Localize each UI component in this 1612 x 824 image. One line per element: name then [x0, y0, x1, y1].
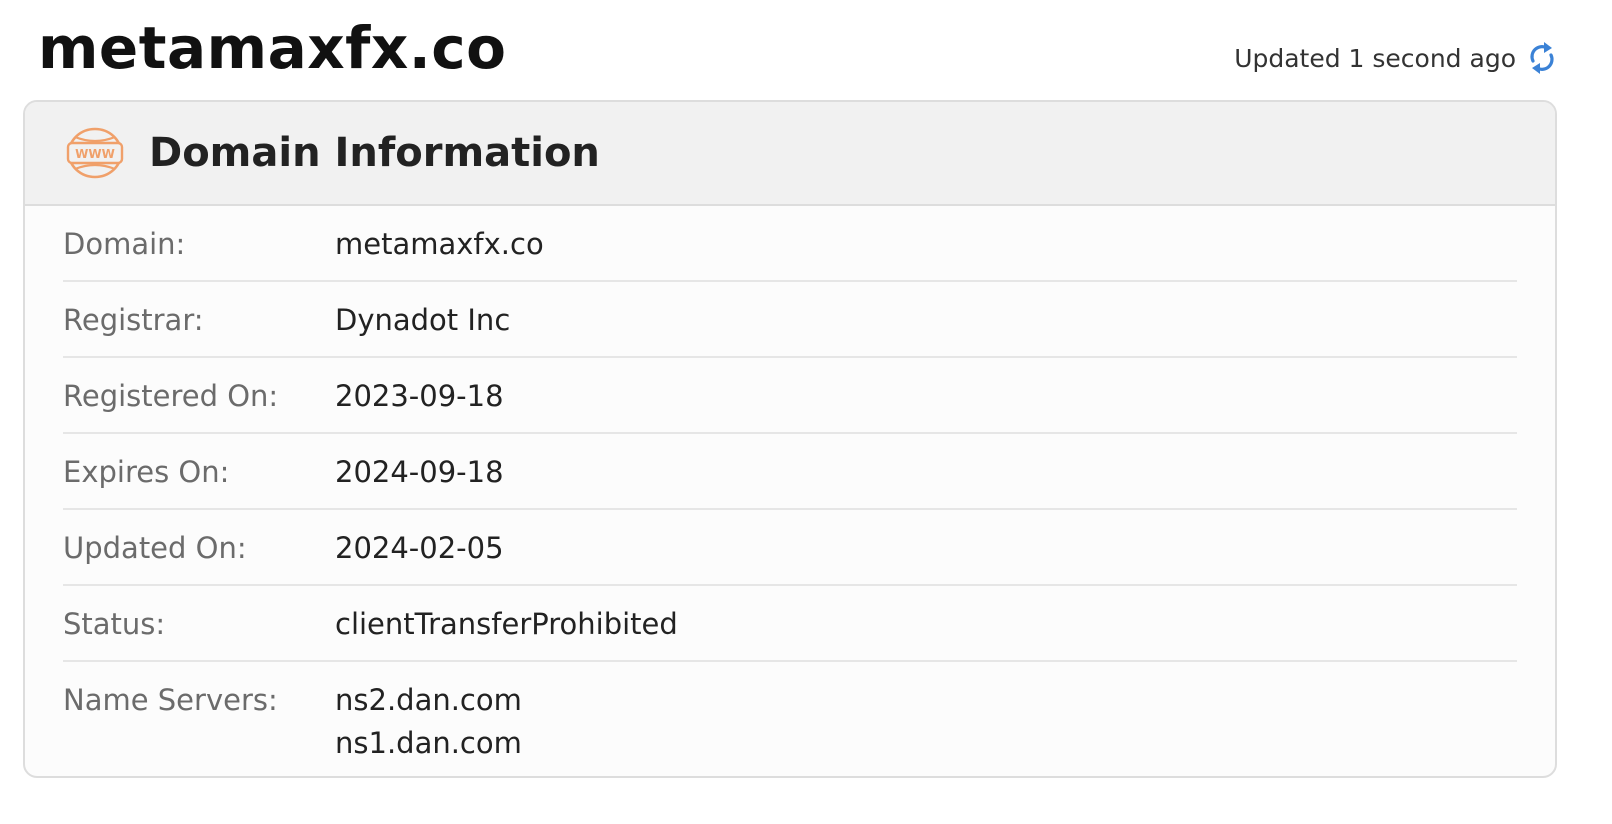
www-globe-icon: WWW — [65, 125, 125, 181]
updated-on-value: 2024-02-05 — [335, 531, 504, 565]
domain-info-card: WWW Domain Information Domain: metamaxfx… — [23, 100, 1557, 778]
info-row-status: Status: clientTransferProhibited — [63, 586, 1517, 662]
updated-text: Updated 1 second ago — [1234, 43, 1516, 73]
row-value: 2024-09-18 — [335, 454, 504, 490]
row-value: 2023-09-18 — [335, 378, 504, 414]
row-value: metamaxfx.co — [335, 226, 544, 262]
row-value: 2024-02-05 — [335, 530, 504, 566]
row-label: Domain: — [63, 227, 186, 261]
row-label: Expires On: — [63, 455, 230, 489]
row-label: Registered On: — [63, 379, 279, 413]
info-row-registrar: Registrar: Dynadot Inc — [63, 282, 1517, 358]
update-status: Updated 1 second ago — [1234, 38, 1558, 78]
row-label: Name Servers: — [63, 683, 278, 717]
info-row-updated-on: Updated On: 2024-02-05 — [63, 510, 1517, 586]
row-label: Updated On: — [63, 531, 247, 565]
page: metamaxfx.co Updated 1 second ago WWW Do… — [0, 0, 1612, 824]
row-value: Dynadot Inc — [335, 302, 510, 338]
row-value: clientTransferProhibited — [335, 606, 678, 642]
info-row-expires-on: Expires On: 2024-09-18 — [63, 434, 1517, 510]
registrar-value: Dynadot Inc — [335, 303, 511, 337]
page-title: metamaxfx.co — [38, 14, 507, 82]
row-value: ns2.dan.com ns1.dan.com — [335, 682, 522, 761]
info-row-registered-on: Registered On: 2023-09-18 — [63, 358, 1517, 434]
refresh-icon[interactable] — [1526, 38, 1558, 78]
status-value: clientTransferProhibited — [335, 607, 678, 641]
expires-on-value: 2024-09-18 — [335, 455, 504, 489]
registered-on-value: 2023-09-18 — [335, 379, 504, 413]
info-rows: Domain: metamaxfx.co Registrar: Dynadot … — [25, 206, 1555, 776]
info-row-domain: Domain: metamaxfx.co — [63, 206, 1517, 282]
domain-value: metamaxfx.co — [335, 227, 544, 261]
card-title: Domain Information — [149, 130, 600, 176]
www-icon-text: WWW — [75, 147, 115, 161]
name-server-value: ns1.dan.com — [335, 726, 522, 760]
row-label: Status: — [63, 607, 166, 641]
info-row-name-servers: Name Servers: ns2.dan.com ns1.dan.com — [63, 662, 1517, 776]
card-header: WWW Domain Information — [25, 102, 1555, 206]
row-label: Registrar: — [63, 303, 204, 337]
name-server-value: ns2.dan.com — [335, 683, 522, 717]
